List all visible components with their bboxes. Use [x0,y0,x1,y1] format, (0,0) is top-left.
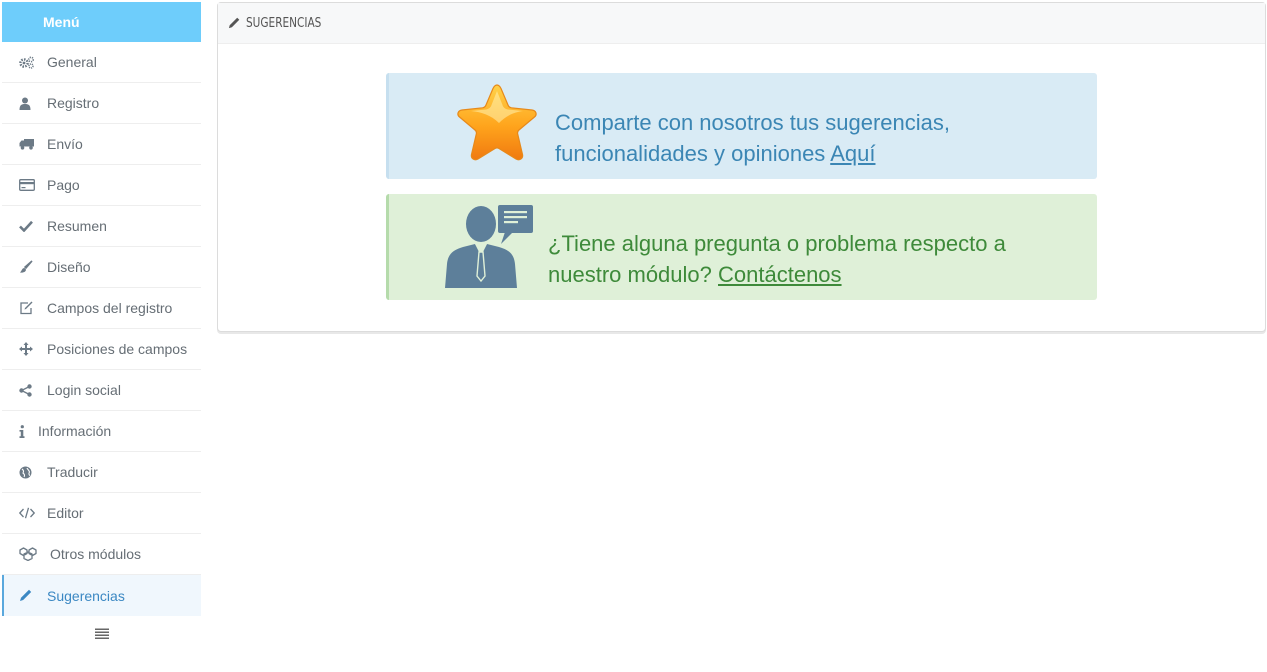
check-icon [19,219,37,233]
sidebar-item-label: Información [38,423,112,439]
sidebar-item-login-social[interactable]: Login social [2,370,201,411]
sidebar-item-label: Otros módulos [50,546,142,562]
info-icon [19,424,29,438]
pencil-icon [19,589,37,603]
sidebar-item-sugerencias[interactable]: Sugerencias [2,575,201,616]
pencil-icon [228,17,240,29]
panel-title: SUGERENCIAS [246,15,322,31]
contact-line1: ¿Tiene alguna pregunta o problema respec… [548,231,1006,256]
suggestion-alert: Comparte con nosotros tus sugerencias, f… [386,73,1097,179]
sidebar-item-diseno[interactable]: Diseño [2,247,201,288]
sidebar-item-general[interactable]: General [2,42,201,83]
contact-alert: ¿Tiene alguna pregunta o problema respec… [386,194,1097,300]
contact-link[interactable]: Contáctenos [718,262,842,287]
contact-message: ¿Tiene alguna pregunta o problema respec… [548,228,1006,290]
truck-icon [19,137,37,151]
menu-list: General Registro Envío Pago Resumen Dise… [2,42,201,616]
sidebar-item-label: Posiciones de campos [47,341,188,357]
move-arrows-icon [19,342,37,356]
panel-heading: SUGERENCIAS [218,3,1265,44]
hamburger-icon [94,626,109,644]
code-icon [19,506,37,520]
sidebar-item-otros-modulos[interactable]: Otros módulos [2,534,201,575]
edit-icon [19,301,37,315]
sidebar-item-registro[interactable]: Registro [2,83,201,124]
sidebar-item-label: Editor [47,505,84,521]
sidebar-item-pago[interactable]: Pago [2,165,201,206]
sidebar-item-label: Resumen [47,218,107,234]
sidebar-item-label: Sugerencias [47,587,125,604]
globe-icon [19,465,37,479]
sidebar-item-envio[interactable]: Envío [2,124,201,165]
sidebar-item-resumen[interactable]: Resumen [2,206,201,247]
sidebar-item-traducir[interactable]: Traducir [2,452,201,493]
contact-line2: nuestro módulo? [548,262,712,287]
cubes-icon [19,547,39,561]
cogs-icon [19,55,37,69]
sidebar-menu: Menú General Registro Envío Pago Resumen… [2,2,201,654]
suggestion-line1: Comparte con nosotros tus sugerencias, [555,110,950,135]
star-icon [455,83,539,168]
sidebar-item-label: Campos del registro [47,300,173,316]
sidebar-item-label: Pago [47,177,80,193]
credit-card-icon [19,178,37,192]
share-icon [19,383,37,397]
sidebar-item-informacion[interactable]: Información [2,411,201,452]
sidebar-item-label: Traducir [47,464,98,480]
suggestions-panel: SUGERENCIAS Comparte con nosotros tus su… [217,2,1266,332]
user-icon [19,96,37,110]
suggestion-message: Comparte con nosotros tus sugerencias, f… [555,107,950,169]
sidebar-item-campos-registro[interactable]: Campos del registro [2,288,201,329]
suggestion-link[interactable]: Aquí [830,141,875,166]
sidebar-item-posiciones-campos[interactable]: Posiciones de campos [2,329,201,370]
sidebar-item-label: General [47,54,97,70]
menu-header: Menú [2,2,201,42]
sidebar-item-editor[interactable]: Editor [2,493,201,534]
sidebar-item-label: Registro [47,95,100,111]
sidebar-item-label: Envío [47,136,83,152]
support-agent-icon [445,204,535,293]
sidebar-item-label: Diseño [47,259,91,275]
sidebar-item-label: Login social [47,382,121,398]
brush-icon [19,260,37,274]
suggestion-line2: funcionalidades y opiniones [555,141,826,166]
menu-collapse-toggle[interactable] [2,616,201,654]
